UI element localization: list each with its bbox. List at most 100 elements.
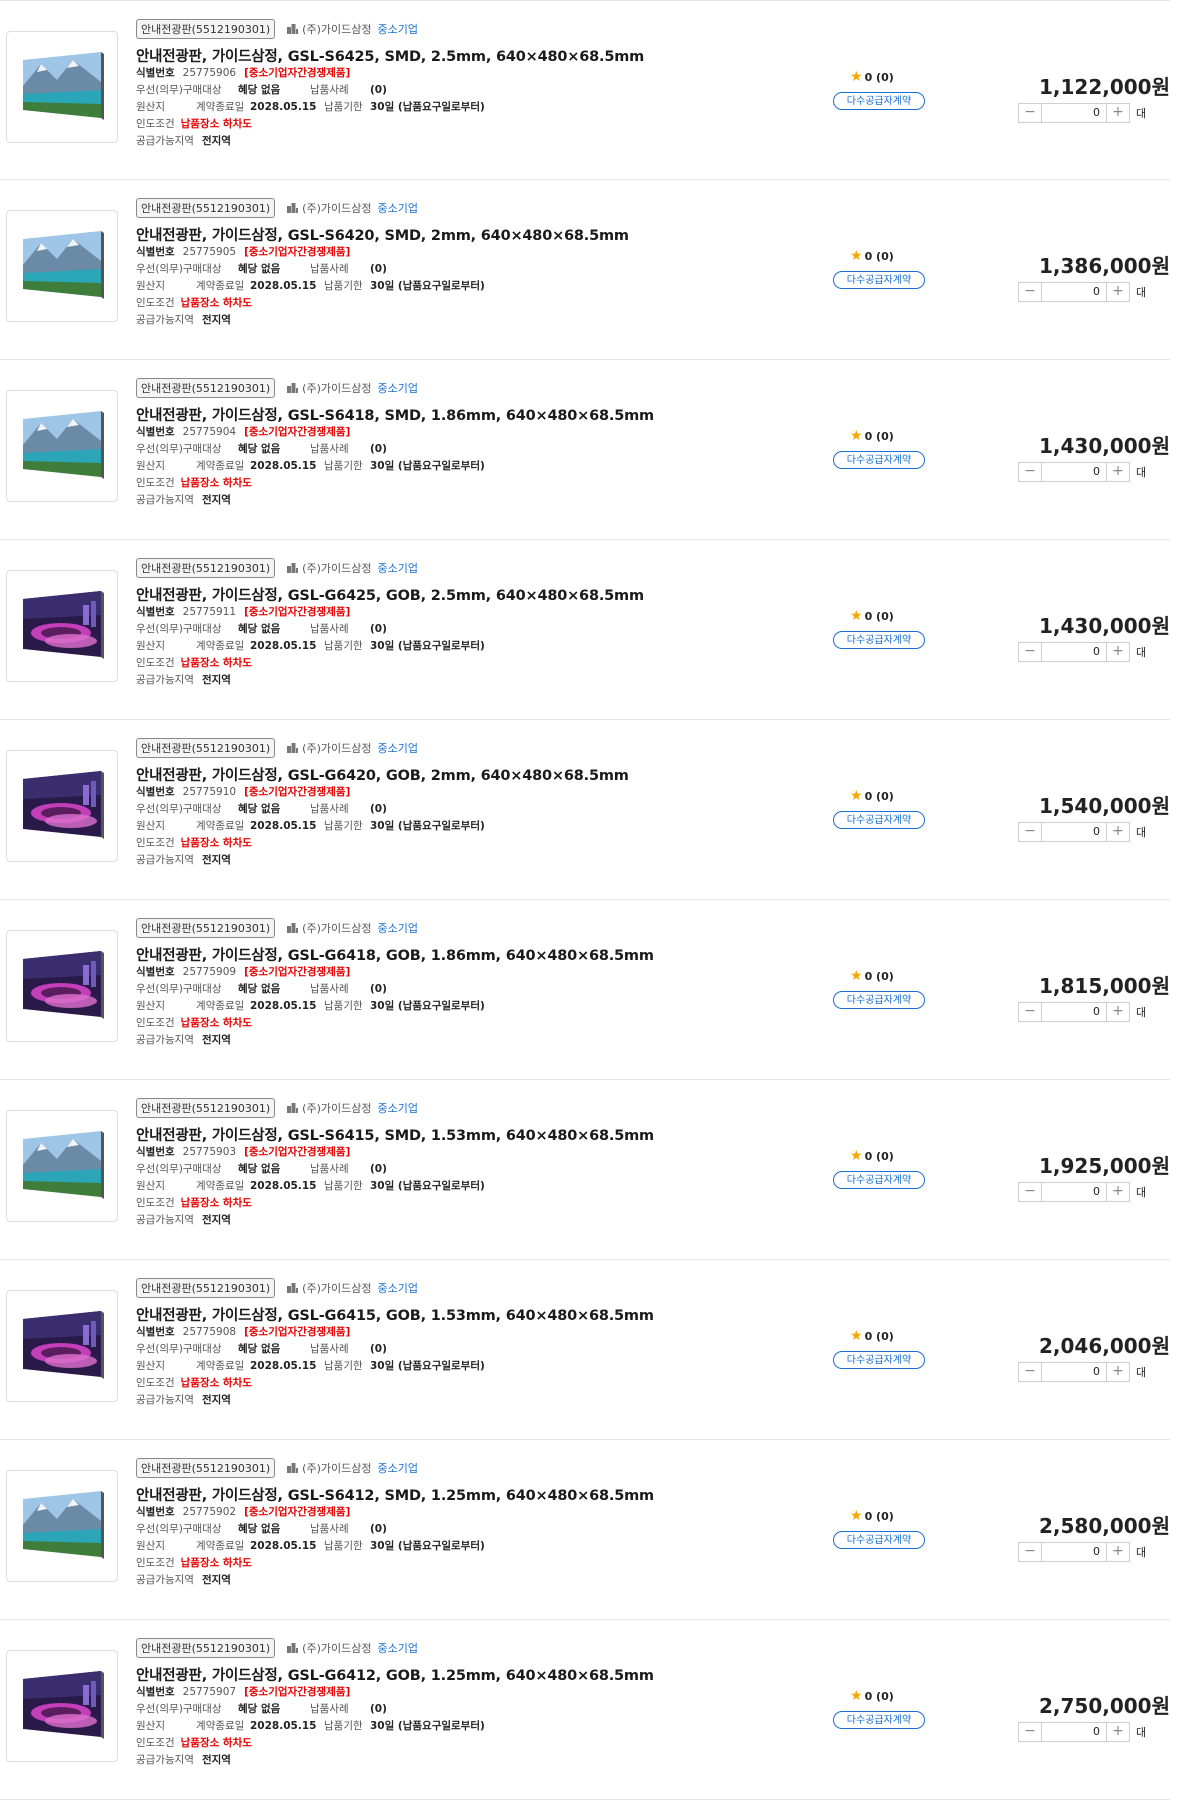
rating[interactable]: ★ 0 (0) <box>850 1328 894 1344</box>
decrement-button[interactable]: − <box>1018 103 1042 123</box>
seller-name[interactable]: (주)가이드삼정 <box>302 380 371 396</box>
product-title[interactable]: 안내전광판, 가이드삼정, GSL-S6425, SMD, 2.5mm, 640… <box>136 45 696 65</box>
category-tag[interactable]: 안내전광판(5512190301) <box>136 738 276 758</box>
increment-button[interactable]: + <box>1106 462 1130 482</box>
rating[interactable]: ★ 0 (0) <box>850 788 894 804</box>
decrement-button[interactable]: − <box>1018 1002 1042 1022</box>
contract-type-badge[interactable]: 다수공급자계약 <box>833 1531 925 1549</box>
product-thumbnail[interactable] <box>6 570 118 682</box>
increment-button[interactable]: + <box>1106 1182 1130 1202</box>
product-thumbnail[interactable] <box>6 390 118 502</box>
priority-line: 우선(의무)구매대상 혜당 없음 납품사례 (0) <box>136 441 696 458</box>
rating[interactable]: ★ 0 (0) <box>850 608 894 624</box>
contract-type-badge[interactable]: 다수공급자계약 <box>833 631 925 649</box>
category-tag[interactable]: 안내전광판(5512190301) <box>136 918 276 938</box>
product-title[interactable]: 안내전광판, 가이드삼정, GSL-G6418, GOB, 1.86mm, 64… <box>136 944 696 964</box>
category-tag[interactable]: 안내전광판(5512190301) <box>136 198 276 218</box>
rating[interactable]: ★ 0 (0) <box>850 1148 894 1164</box>
quantity-input[interactable]: 0 <box>1042 1722 1106 1742</box>
category-tag[interactable]: 안내전광판(5512190301) <box>136 1458 276 1478</box>
decrement-button[interactable]: − <box>1018 1362 1042 1382</box>
rating[interactable]: ★ 0 (0) <box>850 69 894 85</box>
contract-type-badge[interactable]: 다수공급자계약 <box>833 451 925 469</box>
seller-name[interactable]: (주)가이드삼정 <box>302 1460 371 1476</box>
seller-name[interactable]: (주)가이드삼정 <box>302 560 371 576</box>
product-thumbnail[interactable] <box>6 1650 118 1762</box>
decrement-button[interactable]: − <box>1018 822 1042 842</box>
quantity-input[interactable]: 0 <box>1042 1542 1106 1562</box>
rating[interactable]: ★ 0 (0) <box>850 1688 894 1704</box>
delivery-line: 인도조건 납품장소 하차도 <box>136 655 696 672</box>
product-thumbnail[interactable] <box>6 1470 118 1582</box>
rating[interactable]: ★ 0 (0) <box>850 968 894 984</box>
increment-button[interactable]: + <box>1106 1002 1130 1022</box>
quantity-input[interactable]: 0 <box>1042 822 1106 842</box>
cases-label: 납품사례 <box>310 84 349 96</box>
origin-label: 원산지 <box>136 101 165 113</box>
quantity-input[interactable]: 0 <box>1042 1002 1106 1022</box>
seller-name[interactable]: (주)가이드삼정 <box>302 920 371 936</box>
product-thumbnail[interactable] <box>6 750 118 862</box>
seller-name[interactable]: (주)가이드삼정 <box>302 1100 371 1116</box>
rating[interactable]: ★ 0 (0) <box>850 248 894 264</box>
product-thumbnail[interactable] <box>6 210 118 322</box>
seller-name[interactable]: (주)가이드삼정 <box>302 1640 371 1656</box>
increment-button[interactable]: + <box>1106 642 1130 662</box>
category-tag[interactable]: 안내전광판(5512190301) <box>136 19 276 39</box>
rating[interactable]: ★ 0 (0) <box>850 1508 894 1524</box>
increment-button[interactable]: + <box>1106 1362 1130 1382</box>
quantity-input[interactable]: 0 <box>1042 1362 1106 1382</box>
decrement-button[interactable]: − <box>1018 462 1042 482</box>
contract-type-badge[interactable]: 다수공급자계약 <box>833 991 925 1009</box>
increment-button[interactable]: + <box>1106 1722 1130 1742</box>
contract-type-badge[interactable]: 다수공급자계약 <box>833 1171 925 1189</box>
product-title[interactable]: 안내전광판, 가이드삼정, GSL-S6418, SMD, 1.86mm, 64… <box>136 404 696 424</box>
increment-button[interactable]: + <box>1106 1542 1130 1562</box>
deadline-value: 30일 (납품요구일로부터) <box>370 1360 485 1372</box>
contract-type-badge[interactable]: 다수공급자계약 <box>833 1351 925 1369</box>
category-tag[interactable]: 안내전광판(5512190301) <box>136 1278 276 1298</box>
product-row-8: 안내전광판(5512190301) (주)가이드삼정 중소기업 안내전광판, 가… <box>0 1260 1170 1440</box>
contract-type-badge[interactable]: 다수공급자계약 <box>833 811 925 829</box>
product-title[interactable]: 안내전광판, 가이드삼정, GSL-S6420, SMD, 2mm, 640×4… <box>136 224 696 244</box>
deadline-label: 납품기한 <box>324 101 363 113</box>
category-tag[interactable]: 안내전광판(5512190301) <box>136 378 276 398</box>
product-title[interactable]: 안내전광판, 가이드삼정, GSL-G6415, GOB, 1.53mm, 64… <box>136 1304 696 1324</box>
product-thumbnail[interactable] <box>6 930 118 1042</box>
quantity-input[interactable]: 0 <box>1042 103 1106 123</box>
quantity-input[interactable]: 0 <box>1042 282 1106 302</box>
product-thumbnail[interactable] <box>6 31 118 143</box>
contract-type-badge[interactable]: 다수공급자계약 <box>833 92 925 110</box>
product-title[interactable]: 안내전광판, 가이드삼정, GSL-G6420, GOB, 2mm, 640×4… <box>136 764 696 784</box>
product-info: 안내전광판(5512190301) (주)가이드삼정 중소기업 안내전광판, 가… <box>136 198 696 329</box>
contract-type-badge[interactable]: 다수공급자계약 <box>833 1711 925 1729</box>
product-thumbnail[interactable] <box>6 1110 118 1222</box>
quantity-input[interactable]: 0 <box>1042 1182 1106 1202</box>
product-thumbnail[interactable] <box>6 1290 118 1402</box>
decrement-button[interactable]: − <box>1018 642 1042 662</box>
increment-button[interactable]: + <box>1106 103 1130 123</box>
seller-name[interactable]: (주)가이드삼정 <box>302 740 371 756</box>
decrement-button[interactable]: − <box>1018 282 1042 302</box>
product-title[interactable]: 안내전광판, 가이드삼정, GSL-G6412, GOB, 1.25mm, 64… <box>136 1664 696 1684</box>
product-title[interactable]: 안내전광판, 가이드삼정, GSL-S6415, SMD, 1.53mm, 64… <box>136 1124 696 1144</box>
category-tag[interactable]: 안내전광판(5512190301) <box>136 1638 276 1658</box>
category-tag[interactable]: 안내전광판(5512190301) <box>136 1098 276 1118</box>
product-title[interactable]: 안내전광판, 가이드삼정, GSL-G6425, GOB, 2.5mm, 640… <box>136 584 696 604</box>
seller-name[interactable]: (주)가이드삼정 <box>302 1280 371 1296</box>
contract-type-badge[interactable]: 다수공급자계약 <box>833 271 925 289</box>
product-title[interactable]: 안내전광판, 가이드삼정, GSL-S6412, SMD, 1.25mm, 64… <box>136 1484 696 1504</box>
city-night-panel-icon <box>23 951 104 1019</box>
seller-name[interactable]: (주)가이드삼정 <box>302 21 371 37</box>
category-tag[interactable]: 안내전광판(5512190301) <box>136 558 276 578</box>
decrement-button[interactable]: − <box>1018 1182 1042 1202</box>
quantity-input[interactable]: 0 <box>1042 642 1106 662</box>
seller-name[interactable]: (주)가이드삼정 <box>302 200 371 216</box>
rating[interactable]: ★ 0 (0) <box>850 428 894 444</box>
city-night-panel-icon <box>23 771 104 839</box>
increment-button[interactable]: + <box>1106 282 1130 302</box>
quantity-input[interactable]: 0 <box>1042 462 1106 482</box>
decrement-button[interactable]: − <box>1018 1722 1042 1742</box>
decrement-button[interactable]: − <box>1018 1542 1042 1562</box>
increment-button[interactable]: + <box>1106 822 1130 842</box>
